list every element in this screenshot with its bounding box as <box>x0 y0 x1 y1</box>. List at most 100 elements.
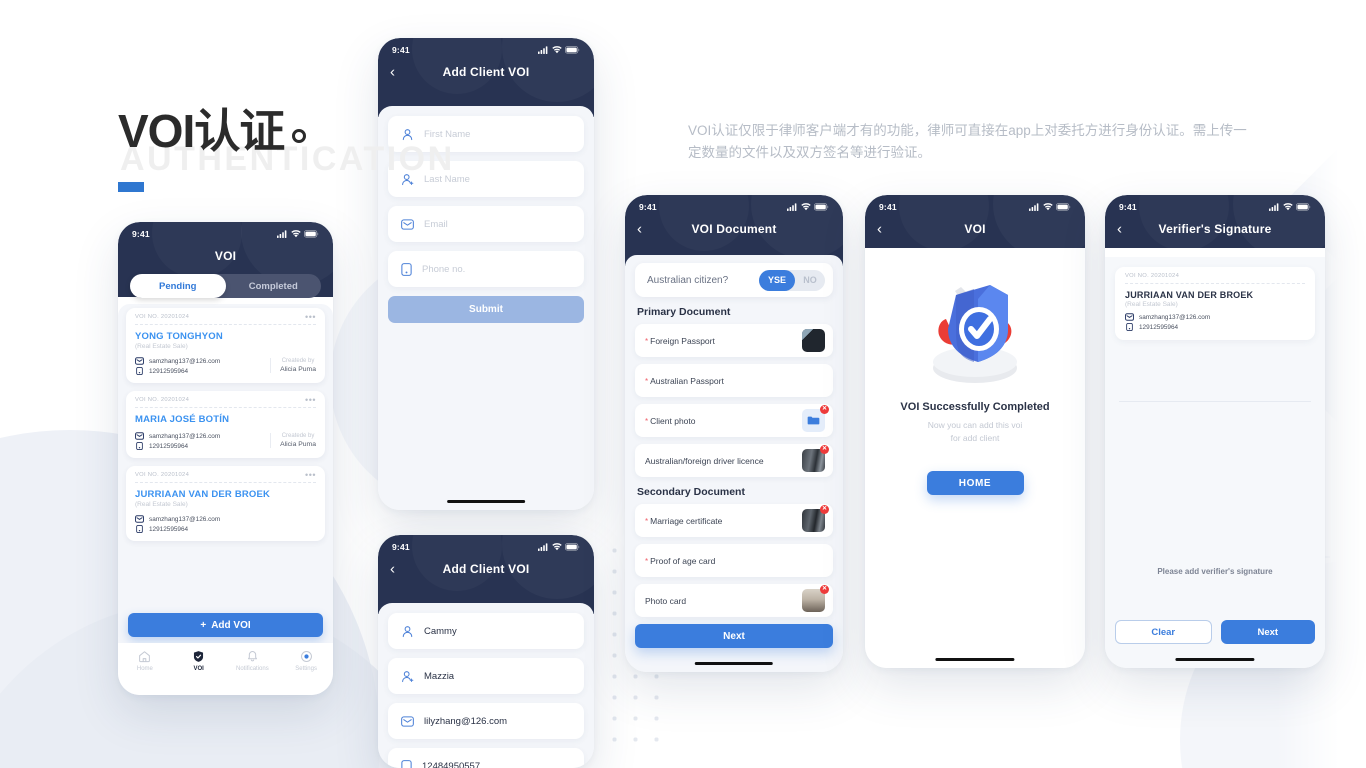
back-icon[interactable]: ‹ <box>1117 222 1122 237</box>
certificate-thumb[interactable]: ✕ <box>802 505 829 532</box>
contact-info: samzhang137@126.com 12912595964 <box>135 430 270 450</box>
back-icon[interactable]: ‹ <box>637 222 642 237</box>
voi-number: VOI NO. 20201024 <box>1125 273 1180 279</box>
battery-icon <box>565 543 580 551</box>
status-bar: 9:41 <box>625 195 843 214</box>
document-label: * Proof of age card <box>645 555 716 566</box>
document-item[interactable]: * Client photo ✕ <box>635 404 833 437</box>
home-indicator <box>1175 657 1255 661</box>
home-icon <box>139 651 151 663</box>
required-marker: * <box>645 336 649 346</box>
remove-icon[interactable]: ✕ <box>820 585 829 594</box>
tab-settings[interactable]: Settings <box>279 650 333 672</box>
voi-card[interactable]: VOI NO. 20201024 ••• YONG TONGHYON (Real… <box>126 308 325 383</box>
voi-card[interactable]: VOI NO. 20201024 ••• JURRIAAN VAN DER BR… <box>126 466 325 541</box>
document-label: * Marriage certificate <box>645 515 723 526</box>
email-value: samzhang137@126.com <box>149 357 221 365</box>
next-button[interactable]: Next <box>635 624 833 648</box>
last-name-field[interactable]: Mazzia <box>388 658 584 694</box>
document-item[interactable]: * Proof of age card <box>635 544 833 577</box>
client-subtitle: (Real Estate Sale) <box>135 501 188 508</box>
remove-icon[interactable]: ✕ <box>820 505 829 514</box>
primary-document-title: Primary Document <box>637 306 731 318</box>
document-item[interactable]: * Marriage certificate ✕ <box>635 504 833 537</box>
segmented-control[interactable]: Pending Completed <box>130 274 321 298</box>
document-item[interactable]: * Australian Passport <box>635 364 833 397</box>
phone-row: 12912595964 <box>135 525 316 533</box>
email-value: samzhang137@126.com <box>149 515 221 523</box>
page-title-main: VOI认证 <box>118 108 307 154</box>
more-options-icon[interactable]: ••• <box>305 313 316 322</box>
success-heading: VOI Successfully Completed <box>900 401 1050 413</box>
segment-pending[interactable]: Pending <box>130 274 226 298</box>
citizen-question-card: Australian citizen? YSE NO <box>635 263 833 297</box>
phone-voi-success: 9:41 ‹ VOI VOI Successfully Completed No… <box>865 195 1085 668</box>
client-subtitle: (Real Estate Sale) <box>1125 301 1178 308</box>
segment-completed[interactable]: Completed <box>226 274 322 298</box>
user-icon <box>402 128 413 140</box>
status-time: 9:41 <box>132 229 150 239</box>
phone-field[interactable]: 12484950557 <box>388 748 584 768</box>
document-item[interactable]: Australian/foreign driver licence ✕ <box>635 444 833 477</box>
email-field[interactable]: lilyzhang@126.com <box>388 703 584 739</box>
licence-thumb[interactable]: ✕ <box>802 445 829 472</box>
last-name-value: Mazzia <box>424 670 455 682</box>
next-button[interactable]: Next <box>1220 620 1315 644</box>
status-bar: 9:41 <box>378 535 594 554</box>
wifi-icon <box>291 230 301 238</box>
voi-card[interactable]: VOI NO. 20201024 ••• MARIA JOSÉ BOTÍN sa… <box>126 391 325 458</box>
phone-field[interactable]: Phone no. <box>388 251 584 287</box>
toggle-yes[interactable]: YSE <box>759 269 795 291</box>
creator-label: Createde by <box>281 357 315 364</box>
home-button[interactable]: HOME <box>926 471 1024 495</box>
required-marker: * <box>645 556 649 566</box>
mail-icon <box>1125 313 1134 321</box>
wifi-icon <box>1043 203 1053 211</box>
clear-button[interactable]: Clear <box>1115 620 1212 644</box>
circle-dot-icon <box>292 129 307 143</box>
client-name: JURRIAAN VAN DER BROEK <box>1125 290 1254 300</box>
citizen-question-label: Australian citizen? <box>647 274 729 286</box>
page-description: VOI认证仅限于律师客户端才有的功能，律师可直接在app上对委托方进行身份认证。… <box>688 123 1247 160</box>
more-options-icon[interactable]: ••• <box>305 396 316 405</box>
yes-no-toggle[interactable]: YSE NO <box>759 269 825 291</box>
voi-card-list[interactable]: VOI NO. 20201024 ••• YONG TONGHYON (Real… <box>118 304 333 643</box>
status-icons <box>538 46 580 54</box>
document-item[interactable]: Photo card ✕ <box>635 584 833 617</box>
phone-icon <box>401 262 412 276</box>
toggle-no[interactable]: NO <box>795 275 825 285</box>
photo-thumb[interactable]: ✕ <box>802 585 829 612</box>
back-icon[interactable]: ‹ <box>390 562 395 577</box>
signal-icon <box>538 543 548 551</box>
more-options-icon[interactable]: ••• <box>305 471 316 480</box>
signature-pad-line[interactable] <box>1119 401 1311 402</box>
creator-name: Alicia Puma <box>280 365 316 373</box>
remove-icon[interactable]: ✕ <box>820 445 829 454</box>
signal-icon <box>1029 203 1039 211</box>
first-name-field[interactable]: Cammy <box>388 613 584 649</box>
remove-icon[interactable]: ✕ <box>820 405 829 414</box>
folder-thumb[interactable]: ✕ <box>802 405 829 432</box>
email-row: samzhang137@126.com <box>135 515 316 523</box>
passport-thumb[interactable] <box>802 329 825 352</box>
bell-icon <box>247 651 257 662</box>
first-name-value: Cammy <box>424 625 457 637</box>
client-name: MARIA JOSÉ BOTÍN <box>135 414 230 425</box>
signal-icon <box>1269 203 1279 211</box>
screen-title: VOI <box>964 222 986 236</box>
back-icon[interactable]: ‹ <box>877 222 882 237</box>
email-field[interactable]: Email <box>388 206 584 242</box>
submit-button[interactable]: Submit <box>388 296 584 323</box>
status-time: 9:41 <box>392 542 410 552</box>
battery-icon <box>1296 203 1311 211</box>
tab-notifications[interactable]: Notifications <box>226 650 280 672</box>
document-item[interactable]: * Foreign Passport <box>635 324 833 357</box>
tab-voi[interactable]: VOI <box>172 650 226 672</box>
status-time: 9:41 <box>392 45 410 55</box>
bottom-tab-bar[interactable]: Home VOI Notifications Settings <box>118 643 333 695</box>
tab-home[interactable]: Home <box>118 650 172 672</box>
back-icon[interactable]: ‹ <box>390 65 395 80</box>
add-voi-button[interactable]: + Add VOI <box>128 613 323 637</box>
phone-icon <box>136 525 143 533</box>
nav-bar-add-client: ‹ Add Client VOI <box>378 57 594 87</box>
